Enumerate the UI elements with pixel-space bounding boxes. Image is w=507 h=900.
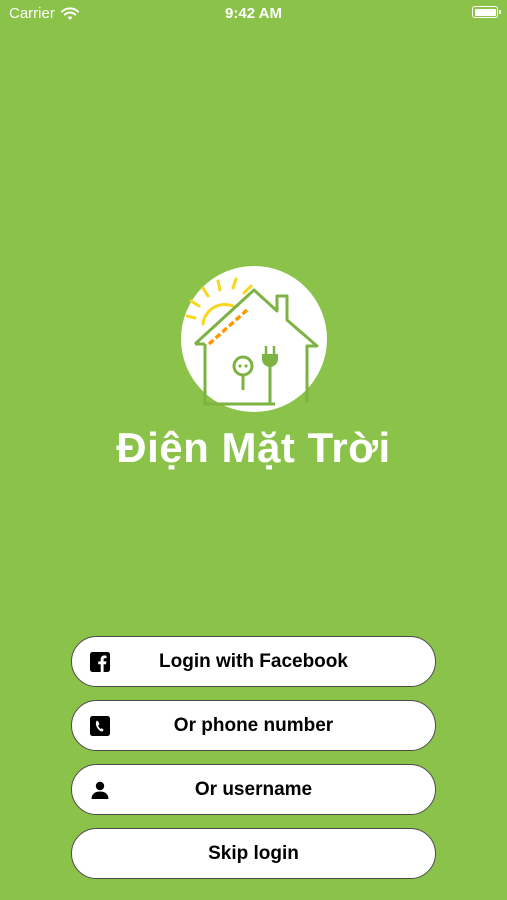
plug-icon bbox=[262, 346, 278, 404]
user-icon bbox=[91, 781, 109, 799]
status-time: 9:42 AM bbox=[225, 5, 282, 22]
battery-icon bbox=[472, 6, 501, 18]
phone-login-button[interactable]: Or phone number bbox=[71, 700, 436, 751]
login-facebook-button[interactable]: Login with Facebook bbox=[71, 636, 436, 687]
solar-house-logo bbox=[181, 266, 327, 412]
login-facebook-label: Login with Facebook bbox=[159, 650, 348, 672]
app-title: Điện Mặt Trời bbox=[116, 424, 391, 471]
logo-graphic bbox=[185, 277, 319, 406]
battery-fill bbox=[474, 8, 496, 16]
username-login-button[interactable]: Or username bbox=[71, 764, 436, 815]
skip-login-label: Skip login bbox=[208, 842, 299, 864]
skip-login-button[interactable]: Skip login bbox=[71, 828, 436, 879]
username-login-label: Or username bbox=[194, 778, 313, 800]
phone-login-label: Or phone number bbox=[173, 714, 334, 736]
socket-icon bbox=[232, 355, 254, 390]
status-bar: Carrier 9:42 AM bbox=[0, 0, 507, 28]
facebook-icon bbox=[90, 652, 110, 672]
phone-icon bbox=[90, 716, 110, 736]
